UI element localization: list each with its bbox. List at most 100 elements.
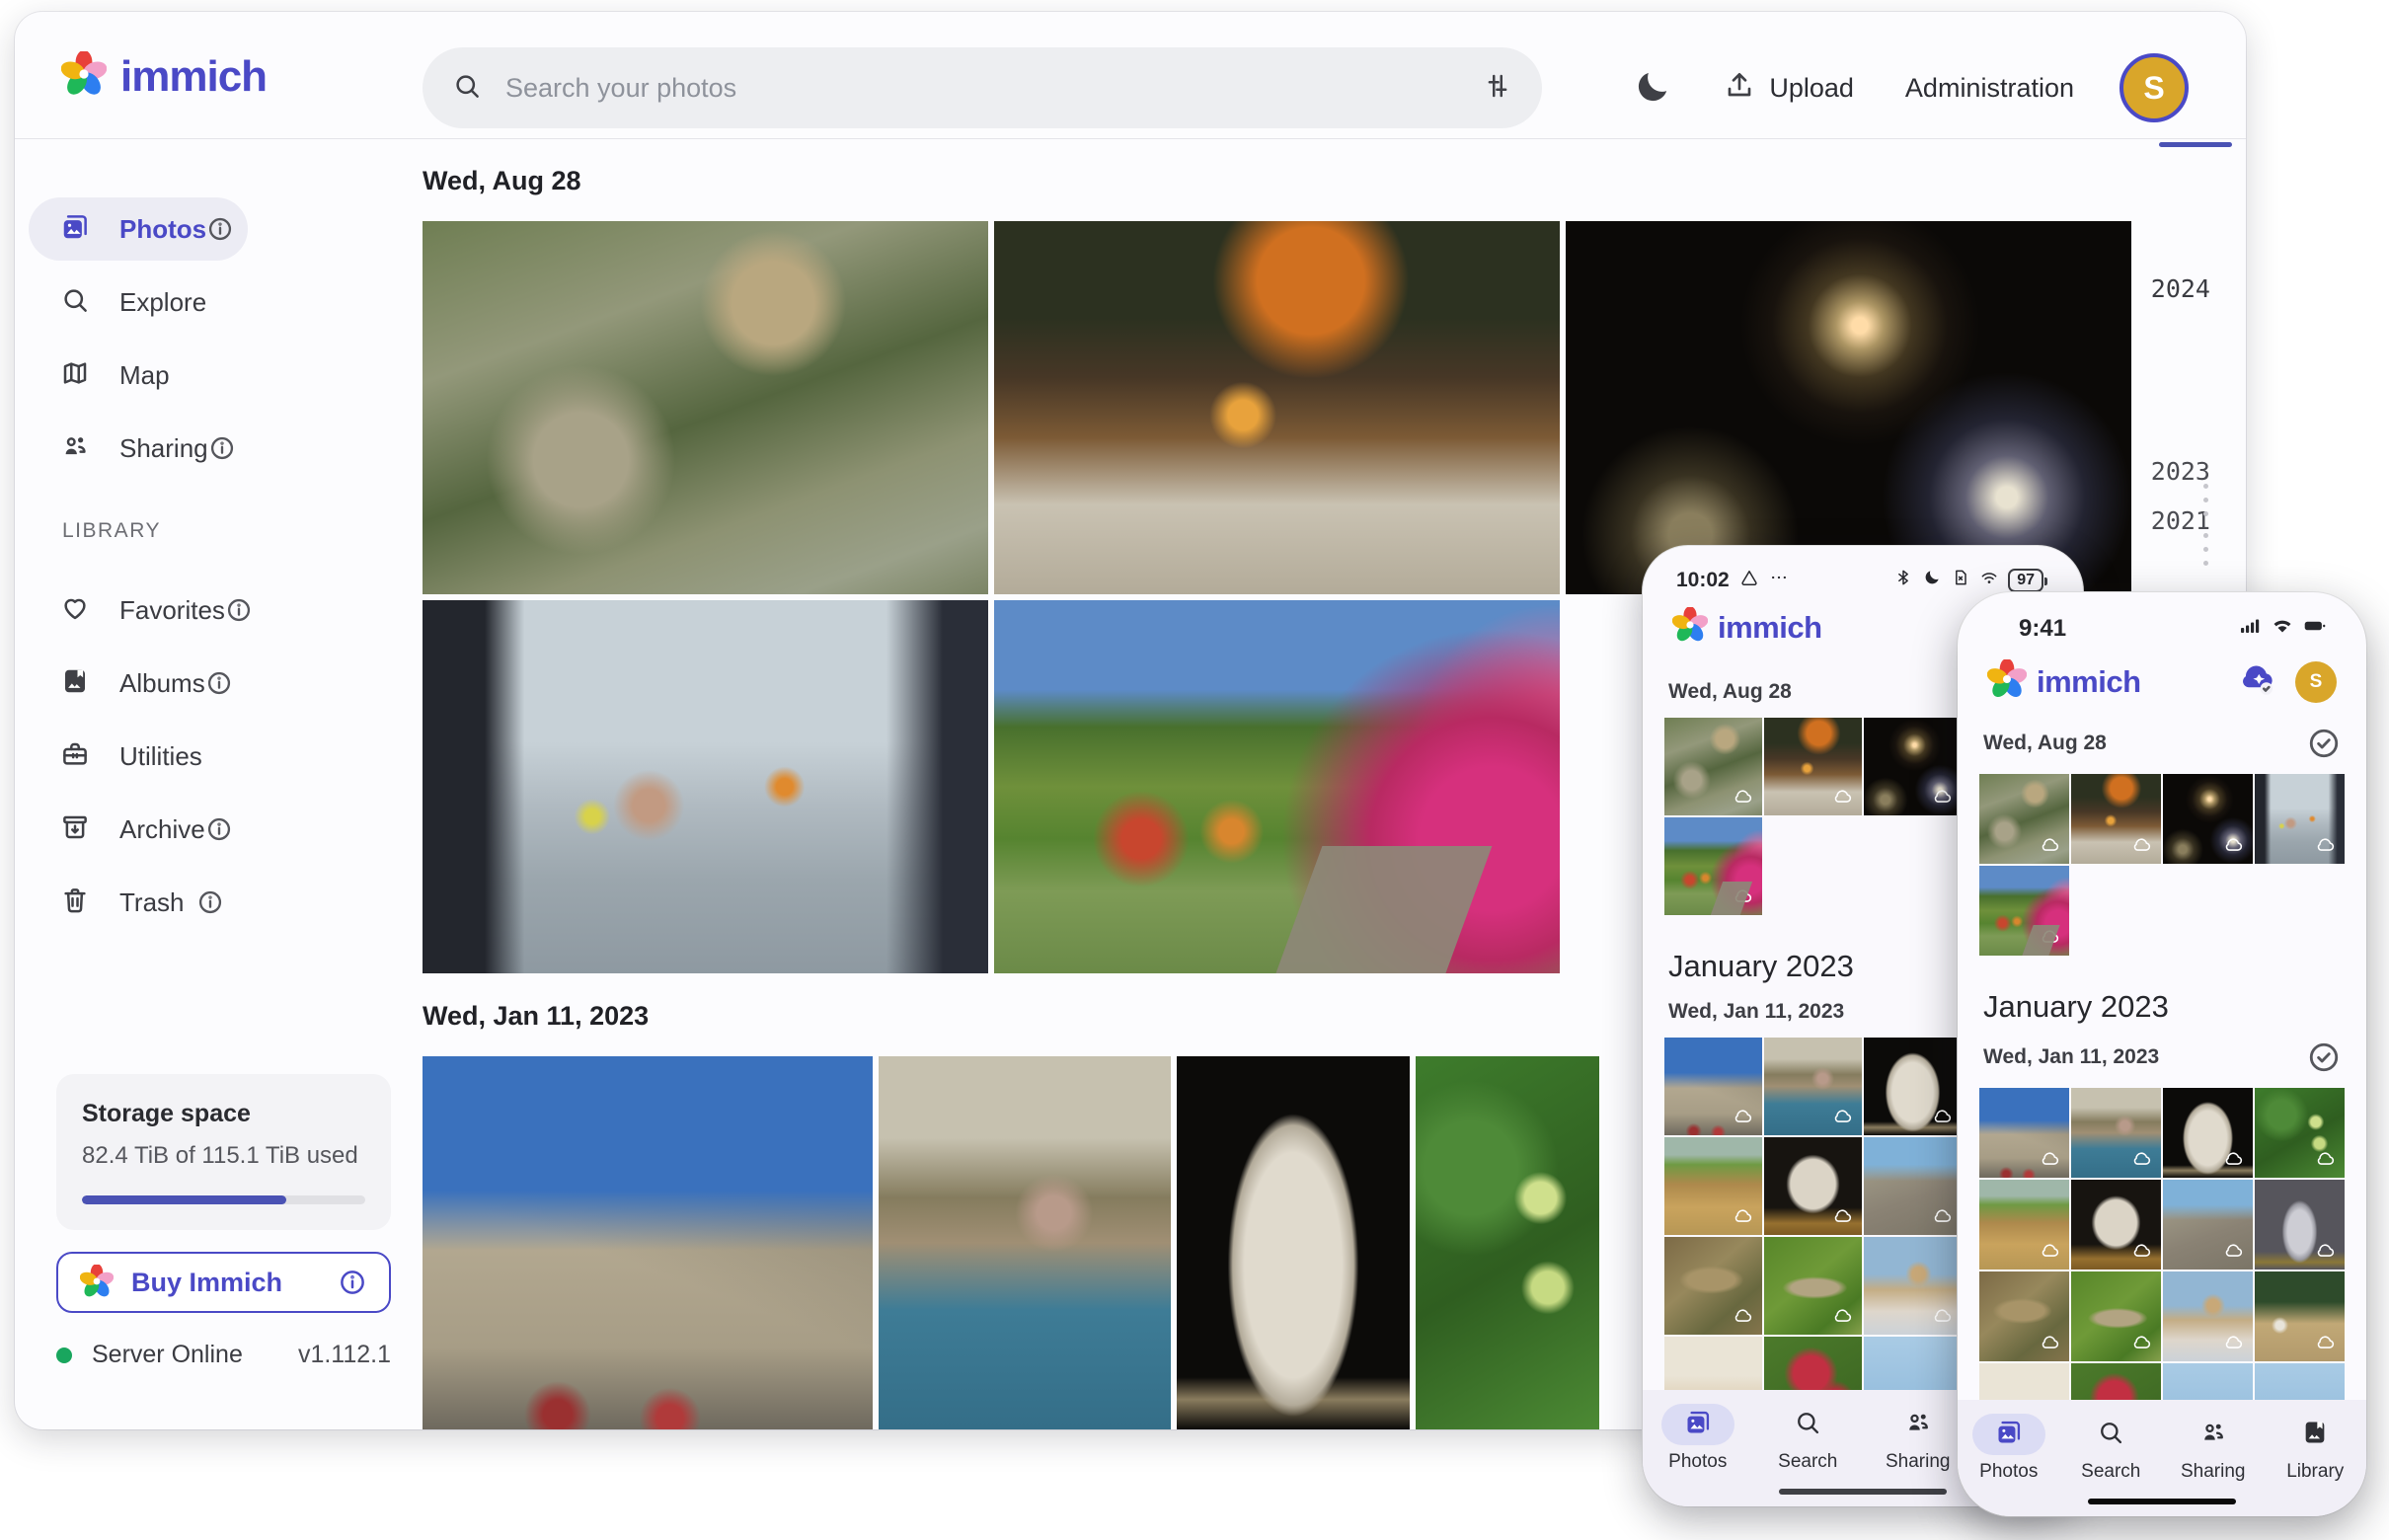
info-icon[interactable]: [205, 669, 233, 697]
sidebar-item-albums[interactable]: Albums: [29, 652, 248, 715]
home-indicator[interactable]: [2088, 1499, 2236, 1504]
photo-plane-sky[interactable]: [1864, 1337, 1962, 1395]
photo-coastal-town[interactable]: [879, 1056, 1171, 1429]
sidebar-item-explore[interactable]: Explore: [29, 270, 248, 334]
info-icon[interactable]: [208, 434, 236, 462]
photo-fireworks[interactable]: [1566, 221, 2131, 594]
photo-marble-bust[interactable]: [1177, 1056, 1410, 1429]
photo-autumn-dinner[interactable]: [2071, 774, 2161, 864]
photo-park-path[interactable]: [1664, 817, 1762, 915]
cloud-backup-icon: [2223, 1148, 2245, 1170]
sidebar-item-label: Sharing: [119, 433, 208, 464]
nav-item-photos[interactable]: Photos: [1958, 1400, 2060, 1516]
sidebar-item-archive[interactable]: Archive: [29, 798, 248, 861]
info-icon[interactable]: [205, 815, 233, 843]
photo-green-berries[interactable]: [2255, 1088, 2345, 1178]
sidebar-item-photos[interactable]: Photos: [29, 197, 248, 261]
sidebar-item-trash[interactable]: Trash: [29, 871, 248, 934]
info-icon[interactable]: [206, 215, 234, 243]
photo-fortress[interactable]: [423, 1056, 873, 1429]
photo-beach-cliff[interactable]: [1979, 1180, 2069, 1270]
photo-coastal-town[interactable]: [1764, 1038, 1862, 1135]
info-icon[interactable]: [196, 888, 224, 916]
search-input[interactable]: [503, 72, 1461, 105]
signal-bars-icon: [2238, 614, 2262, 643]
sidebar-item-sharing[interactable]: Sharing: [29, 417, 248, 480]
photo-lizard-green[interactable]: [2071, 1271, 2161, 1361]
nav-item-library[interactable]: Library: [2265, 1400, 2367, 1516]
photo-green-berries[interactable]: [1416, 1056, 1599, 1429]
photo-fireworks[interactable]: [2163, 774, 2253, 864]
photo-park-path[interactable]: [1979, 866, 2069, 956]
photo-red-flowers[interactable]: [1764, 1337, 1862, 1395]
cloud-sync-icon[interactable]: [2236, 657, 2279, 706]
theme-toggle-button[interactable]: [1633, 67, 1672, 110]
cloud-backup-icon: [2131, 1240, 2153, 1262]
sidebar-item-utilities[interactable]: Utilities: [29, 725, 248, 788]
phone-section: Wed, Aug 28: [1958, 727, 2366, 956]
cloud-backup-icon: [1733, 886, 1754, 907]
photo-lizard-brown[interactable]: [1979, 1271, 2069, 1361]
cloud-backup-icon: [2040, 1240, 2061, 1262]
mobile-app-phone-ios: 9:41immichSWed, Aug 28January 2023Wed, J…: [1958, 592, 2366, 1516]
search-icon: [452, 71, 482, 106]
search-bar[interactable]: [423, 47, 1542, 128]
sidebar-item-favorites[interactable]: Favorites: [29, 578, 248, 642]
timeline-dot: [2203, 533, 2208, 538]
photo-coastal-town[interactable]: [2071, 1088, 2161, 1178]
nav-item-label: Sharing: [2181, 1461, 2246, 1483]
heart-icon: [60, 593, 90, 628]
photo-winter-church[interactable]: [1864, 1237, 1962, 1335]
phone-app-header: immichS: [1987, 657, 2337, 706]
photo-autumn-dinner[interactable]: [1764, 718, 1862, 815]
photo-mountain-village[interactable]: [2255, 1271, 2345, 1361]
photo-lizard-green[interactable]: [1764, 1237, 1862, 1335]
upload-button[interactable]: Upload: [1718, 68, 1860, 109]
sharing-icon: [1904, 1409, 1932, 1441]
photo-silver-trophy[interactable]: [2255, 1180, 2345, 1270]
photo-zoo-monkeys[interactable]: [423, 221, 988, 594]
photo-white-sculpture[interactable]: [1764, 1137, 1862, 1235]
photo-autumn-dinner[interactable]: [994, 221, 1560, 594]
buy-immich-button[interactable]: Buy Immich: [56, 1252, 391, 1313]
date-label: Wed, Jan 11, 2023: [1983, 1045, 2159, 1069]
administration-link[interactable]: Administration: [1905, 73, 2074, 104]
nav-item-photos[interactable]: Photos: [1643, 1390, 1753, 1506]
cloud-backup-icon: [1733, 786, 1754, 808]
immich-flower-icon: [61, 51, 107, 102]
home-indicator[interactable]: [1779, 1489, 1947, 1495]
filter-sliders-icon[interactable]: [1483, 71, 1512, 106]
photo-castle-ruins[interactable]: [1864, 1137, 1962, 1235]
sidebar-item-label: Map: [119, 360, 170, 391]
select-all-check-icon[interactable]: [2307, 1040, 2341, 1074]
timeline-year-2024[interactable]: 2024: [2151, 274, 2210, 303]
cloud-backup-icon: [2223, 1240, 2245, 1262]
sidebar-item-label: Photos: [119, 214, 206, 245]
photo-zoo-monkeys[interactable]: [1979, 774, 2069, 864]
photo-zoo-monkeys[interactable]: [1664, 718, 1762, 815]
photo-fortress[interactable]: [1979, 1088, 2069, 1178]
timeline-year-2023[interactable]: 2023: [2151, 457, 2210, 486]
info-icon[interactable]: [225, 596, 253, 624]
photo-park-path[interactable]: [994, 600, 1560, 973]
bluetooth-icon: [1893, 568, 1913, 592]
photo-fortress[interactable]: [1664, 1038, 1762, 1135]
photo-sand[interactable]: [1664, 1337, 1762, 1395]
select-all-check-icon[interactable]: [2307, 727, 2341, 760]
photo-holding-hands[interactable]: [2255, 774, 2345, 864]
user-avatar[interactable]: S: [2119, 53, 2189, 122]
photo-lizard-brown[interactable]: [1664, 1237, 1762, 1335]
sidebar-item-map[interactable]: Map: [29, 344, 248, 407]
info-icon[interactable]: [338, 1268, 367, 1297]
photo-castle-ruins[interactable]: [2163, 1180, 2253, 1270]
photo-winter-church[interactable]: [2163, 1271, 2253, 1361]
user-avatar[interactable]: S: [2295, 661, 2337, 703]
timeline-year-2021[interactable]: 2021: [2151, 506, 2210, 535]
photo-marble-bust[interactable]: [1864, 1038, 1962, 1135]
photo-fireworks[interactable]: [1864, 718, 1962, 815]
photo-holding-hands[interactable]: [423, 600, 988, 973]
photo-beach-cliff[interactable]: [1664, 1137, 1762, 1235]
photo-white-sculpture[interactable]: [2071, 1180, 2161, 1270]
photo-marble-bust[interactable]: [2163, 1088, 2253, 1178]
status-icons: [2238, 614, 2327, 643]
